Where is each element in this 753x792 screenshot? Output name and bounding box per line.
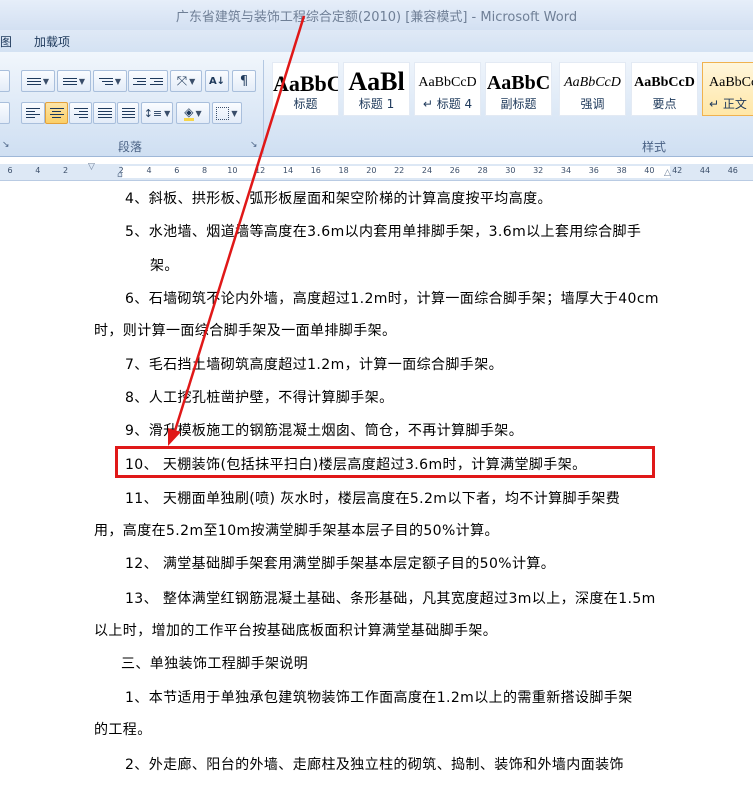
- arrow-head-icon: [168, 428, 181, 446]
- red-arrow-annotation: [168, 15, 306, 446]
- arrow-shaft: [172, 15, 306, 435]
